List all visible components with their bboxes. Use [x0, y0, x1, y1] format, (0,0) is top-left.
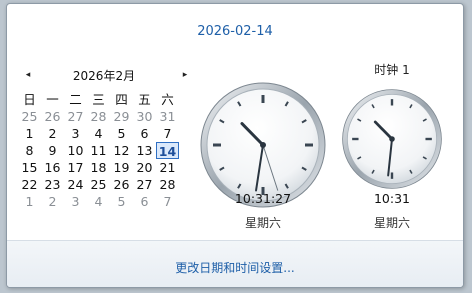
calendar-day[interactable]: 22 [18, 176, 41, 193]
calendar-day[interactable]: 25 [87, 176, 110, 193]
calendar-day[interactable]: 16 [41, 159, 64, 176]
calendar-day[interactable]: 3 [64, 193, 87, 210]
current-date-link[interactable]: 2026-02-14 [7, 24, 463, 39]
calendar-day[interactable]: 6 [133, 125, 156, 142]
weekday-header: 一 [46, 92, 59, 107]
calendar-day[interactable]: 23 [41, 176, 64, 193]
main-clock-time: 10:31:27 [234, 191, 292, 206]
calendar-day[interactable]: 11 [87, 142, 110, 159]
prev-month-button[interactable]: ◂ [21, 66, 35, 84]
second-clock-time: 10:31 [373, 191, 411, 206]
calendar-day[interactable]: 9 [41, 142, 64, 159]
calendar-day[interactable]: 1 [18, 193, 41, 210]
calendar-day[interactable]: 17 [64, 159, 87, 176]
calendar-day[interactable]: 4 [87, 193, 110, 210]
change-datetime-settings-link[interactable]: 更改日期和时间设置... [7, 259, 463, 276]
weekday-header: 五 [138, 92, 151, 107]
analog-clock-secondary [342, 89, 442, 189]
calendar-grid: 日一二三四五六 25 26 27 28 29 30 31 1 2 3 4 5 6 7 8 9 10 11 12 13 14… [18, 91, 179, 210]
calendar-day[interactable]: 29 [110, 108, 133, 125]
calendar-day[interactable]: 6 [133, 193, 156, 210]
calendar-day[interactable]: 3 [64, 125, 87, 142]
calendar-day[interactable]: 8 [18, 142, 41, 159]
calendar-day[interactable]: 13 [133, 142, 156, 159]
calendar-day[interactable]: 24 [64, 176, 87, 193]
calendar-day[interactable]: 21 [156, 159, 179, 176]
calendar-day[interactable]: 27 [133, 176, 156, 193]
calendar-day[interactable]: 18 [87, 159, 110, 176]
main-clock-weekday: 星期六 [244, 216, 281, 230]
calendar-day[interactable]: 26 [110, 176, 133, 193]
calendar-day[interactable]: 19 [110, 159, 133, 176]
calendar-day[interactable]: 28 [87, 108, 110, 125]
calendar-day[interactable]: 12 [110, 142, 133, 159]
analog-clock-main [200, 82, 326, 208]
calendar-day[interactable]: 10 [64, 142, 87, 159]
datetime-flyout: 2026-02-14 ◂ 2026年2月 ▸ 日一二三四五六 25 26 27 28 29… [6, 3, 464, 288]
calendar-day-selected[interactable]: 14 [156, 142, 179, 159]
calendar-navigation: ◂ 2026年2月 ▸ [21, 66, 191, 84]
calendar-day[interactable]: 2 [41, 193, 64, 210]
weekday-header: 六 [161, 92, 174, 107]
calendar-day[interactable]: 25 [18, 108, 41, 125]
calendar-day[interactable]: 7 [156, 125, 179, 142]
calendar-day[interactable]: 4 [87, 125, 110, 142]
calendar-day[interactable]: 2 [41, 125, 64, 142]
calendar-day[interactable]: 27 [64, 108, 87, 125]
calendar-day[interactable]: 5 [110, 193, 133, 210]
next-month-button[interactable]: ▸ [178, 66, 192, 84]
calendar-day[interactable]: 7 [156, 193, 179, 210]
calendar-day[interactable]: 30 [133, 108, 156, 125]
calendar-day[interactable]: 1 [18, 125, 41, 142]
weekday-header: 日 [23, 92, 36, 107]
second-clock-weekday: 星期六 [373, 216, 410, 230]
second-clock-title: 时钟 1 [374, 63, 410, 77]
calendar-day[interactable]: 31 [156, 108, 179, 125]
footer-bar: 更改日期和时间设置... [7, 240, 463, 287]
weekday-header: 四 [115, 92, 128, 107]
month-title[interactable]: 2026年2月 [49, 67, 159, 84]
calendar-day[interactable]: 5 [110, 125, 133, 142]
calendar-day[interactable]: 26 [41, 108, 64, 125]
calendar-day[interactable]: 20 [133, 159, 156, 176]
weekday-header: 二 [69, 92, 82, 107]
weekday-header: 三 [92, 92, 105, 107]
calendar-day[interactable]: 28 [156, 176, 179, 193]
calendar-day[interactable]: 15 [18, 159, 41, 176]
